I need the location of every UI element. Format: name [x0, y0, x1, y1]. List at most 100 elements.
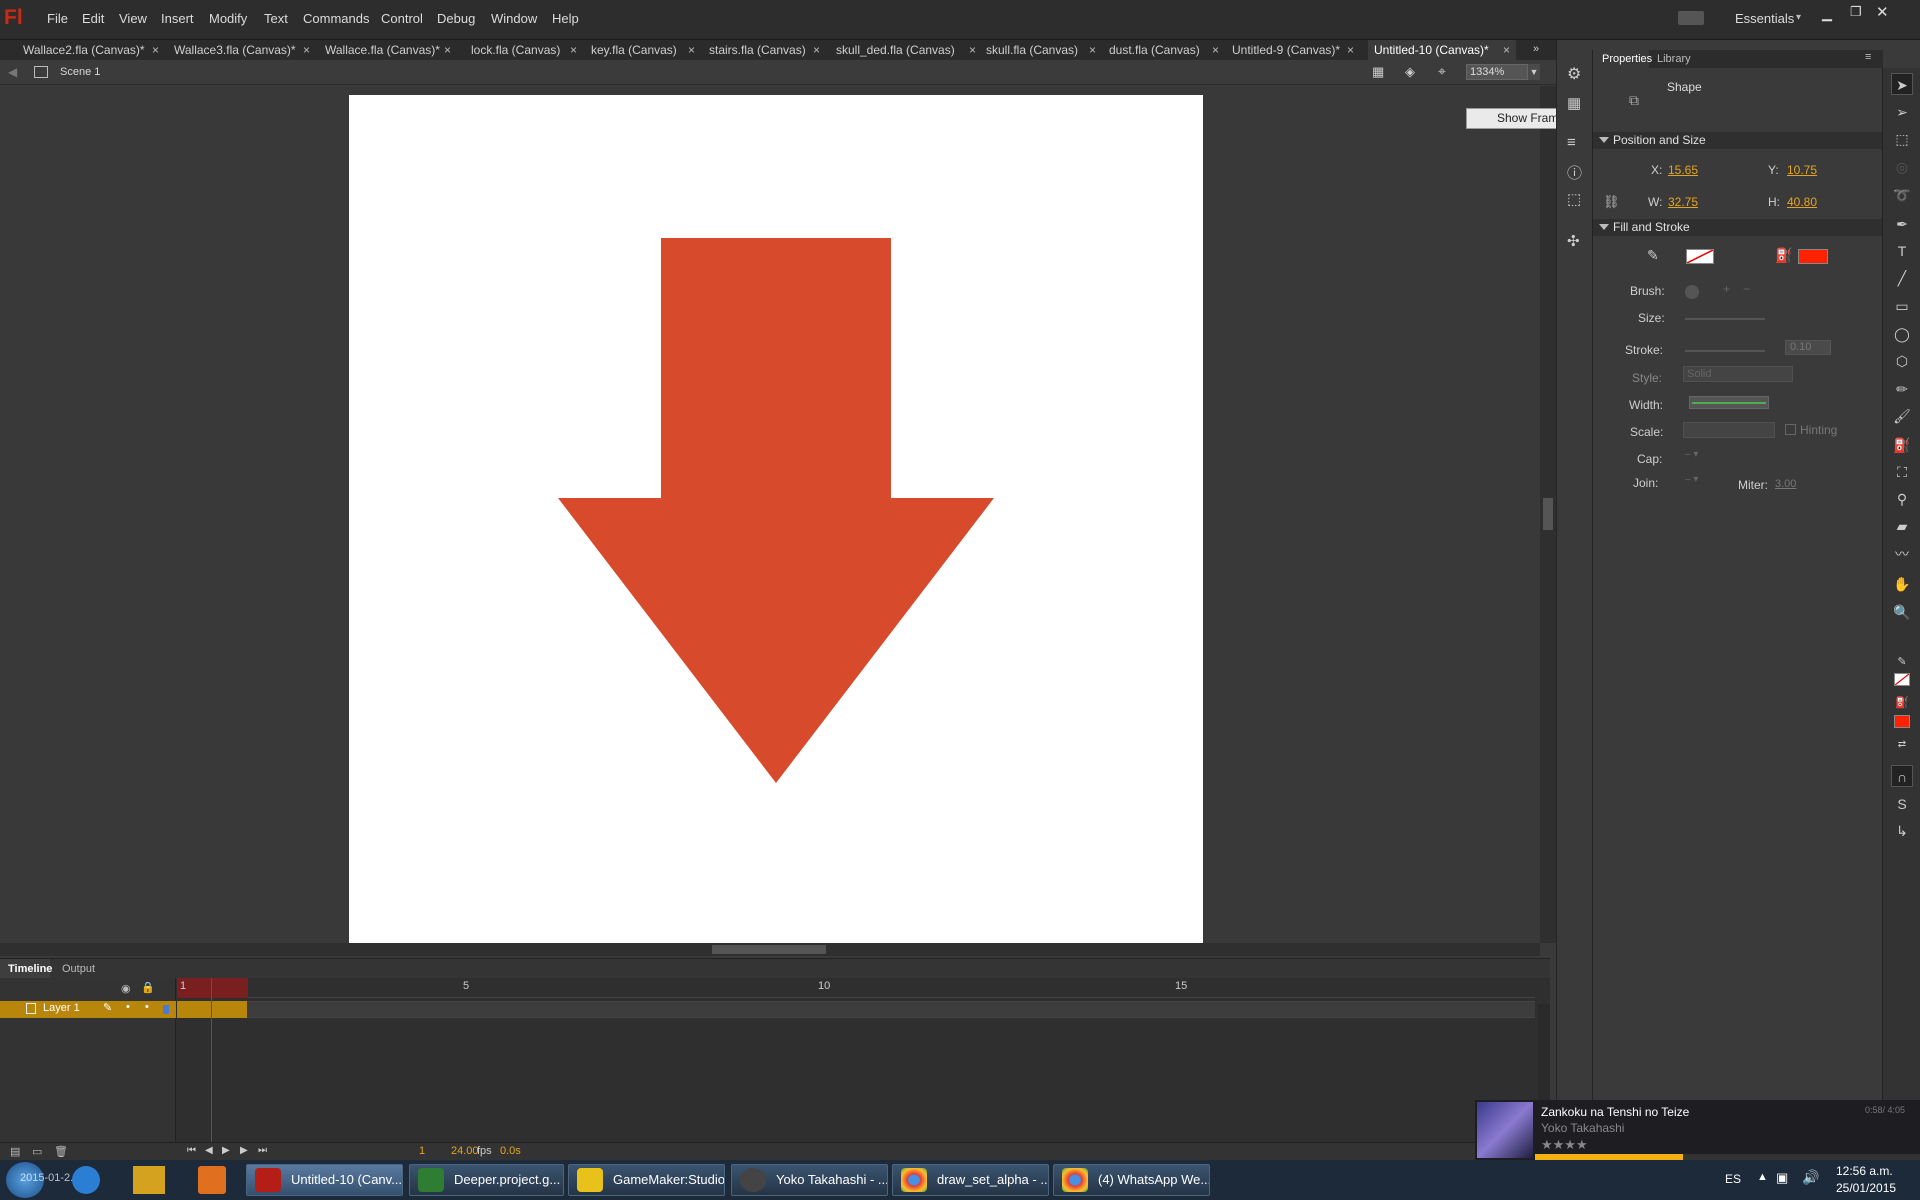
y-value[interactable]: 10.75 [1787, 163, 1817, 177]
sync-icon[interactable] [1678, 11, 1704, 25]
menu-file[interactable]: File [47, 11, 68, 26]
close-tab-icon[interactable]: × [688, 40, 695, 60]
doc-tab[interactable]: Wallace.fla (Canvas)* × [319, 40, 457, 60]
motion-editor-icon[interactable]: ⚙ [1567, 64, 1581, 84]
3d-rotation-icon[interactable]: ◎ [1891, 156, 1913, 178]
menu-text[interactable]: Text [264, 11, 288, 26]
keyframe-span[interactable] [177, 1001, 247, 1018]
fill-color-swatch[interactable] [1798, 249, 1828, 264]
pencil-tool-icon[interactable]: ✏ [1891, 378, 1913, 400]
more-tabs-icon[interactable]: » [1533, 43, 1539, 55]
polystar-tool-icon[interactable]: ⬡ [1891, 350, 1913, 372]
current-frame[interactable]: 1 [419, 1145, 425, 1157]
taskbar-item-gamemaker[interactable]: GameMaker:Studio [568, 1164, 725, 1196]
workspace-switcher[interactable]: Essentials [1735, 11, 1794, 26]
fill-stroke-section[interactable]: Fill and Stroke [1593, 219, 1883, 236]
swap-colors-icon[interactable]: ⇄ [1891, 734, 1913, 756]
taskbar-item-music[interactable]: Yoko Takahashi - ... [731, 1164, 888, 1196]
menu-modify[interactable]: Modify [209, 11, 247, 26]
doc-tab-active[interactable]: Untitled-10 (Canvas)* × [1368, 40, 1516, 60]
selection-tool-icon[interactable]: ➤ [1891, 73, 1913, 95]
tab-timeline[interactable]: Timeline [0, 959, 52, 979]
last-frame-icon[interactable]: ⏭ [258, 1145, 267, 1156]
taskbar-item-chrome-1[interactable]: draw_set_alpha - ... [892, 1164, 1049, 1196]
frame-ruler[interactable]: 1 5 10 15 [177, 978, 1535, 998]
eye-icon[interactable]: ◉ [121, 982, 131, 995]
scene-label[interactable]: Scene 1 [60, 66, 100, 78]
edit-symbols-icon[interactable]: ◈ [1405, 64, 1415, 80]
media-player-icon[interactable] [198, 1166, 226, 1194]
close-tab-icon[interactable]: × [1212, 40, 1219, 60]
menu-window[interactable]: Window [491, 11, 537, 26]
oval-tool-icon[interactable]: ◯ [1891, 323, 1913, 345]
scale-dropdown[interactable] [1683, 422, 1775, 438]
straighten-icon[interactable]: ↳ [1891, 820, 1913, 842]
menu-edit[interactable]: Edit [82, 11, 104, 26]
taskbar-item-flash[interactable]: Untitled-10 (Canv... [246, 1164, 403, 1196]
layer-color-swatch[interactable] [163, 1005, 169, 1014]
stroke-slider[interactable] [1685, 350, 1765, 352]
close-tab-icon[interactable]: × [303, 40, 310, 60]
next-frame-icon[interactable]: ▶ [240, 1145, 248, 1156]
tab-library[interactable]: Library [1657, 53, 1691, 65]
cap-dropdown[interactable]: – ▾ [1685, 449, 1715, 463]
close-tab-icon[interactable]: × [570, 40, 577, 60]
scroll-thumb[interactable] [1543, 498, 1553, 530]
w-value[interactable]: 32.75 [1668, 195, 1698, 209]
align-icon[interactable]: ▦ [1567, 94, 1581, 112]
chevron-down-icon[interactable]: ▾ [1796, 12, 1801, 23]
lock-icon[interactable]: 🔒 [141, 981, 155, 994]
menu-view[interactable]: View [119, 11, 147, 26]
language-indicator[interactable]: ES [1725, 1172, 1741, 1186]
layer-name[interactable]: Layer 1 [43, 1002, 80, 1014]
prev-frame-icon[interactable]: ◀ [205, 1145, 213, 1156]
subselection-tool-icon[interactable]: ➢ [1891, 101, 1913, 123]
arrow-shape[interactable] [349, 95, 1203, 944]
align-panel-icon[interactable]: ≡ [1567, 134, 1576, 151]
tray-arrow-icon[interactable]: ▲ [1757, 1171, 1768, 1183]
plus-icon[interactable]: + [1723, 282, 1730, 296]
taskbar-item-chrome-2[interactable]: (4) WhatsApp We... [1053, 1164, 1210, 1196]
close-tab-icon[interactable]: × [152, 40, 159, 60]
stroke-color-chip[interactable] [1894, 673, 1910, 686]
elapsed-time[interactable]: 0.0s [500, 1145, 521, 1157]
close-tab-icon[interactable]: × [813, 40, 820, 60]
brush-shape-icon[interactable] [1685, 285, 1699, 299]
playhead-marker[interactable] [177, 978, 248, 998]
edit-scene-icon[interactable]: ▦ [1372, 64, 1384, 80]
layer-row[interactable]: Layer 1 ✎ • • [0, 1001, 176, 1018]
tab-properties[interactable]: Properties [1593, 50, 1652, 68]
panel-menu-icon[interactable]: ≡ [1865, 51, 1871, 63]
transform-icon[interactable]: ⬚ [1567, 190, 1581, 208]
doc-tab[interactable]: skull_ded.fla (Canvas) × [830, 40, 982, 60]
size-slider[interactable] [1685, 318, 1765, 320]
doc-tab[interactable]: key.fla (Canvas) × [585, 40, 701, 60]
canvas[interactable] [349, 95, 1203, 944]
paint-bucket-icon[interactable]: ⛽ [1891, 434, 1913, 456]
miter-value[interactable]: 3.00 [1775, 478, 1796, 490]
snap-magnet-icon[interactable]: ∩ [1891, 765, 1913, 787]
lock-dot-icon[interactable]: • [145, 1001, 149, 1013]
x-value[interactable]: 15.65 [1668, 163, 1698, 177]
h-value[interactable]: 40.80 [1787, 195, 1817, 209]
horizontal-scrollbar[interactable] [0, 943, 1540, 956]
menu-control[interactable]: Control [381, 11, 423, 26]
doc-tab[interactable]: Untitled-9 (Canvas)* × [1226, 40, 1360, 60]
free-transform-icon[interactable]: ⬚ [1891, 128, 1913, 150]
width-dropdown[interactable] [1689, 396, 1769, 409]
line-tool-icon[interactable]: ╱ [1891, 267, 1913, 289]
doc-tab[interactable]: Wallace2.fla (Canvas)* × [17, 40, 165, 60]
delete-layer-icon[interactable]: 🗑 [54, 1145, 68, 1158]
explorer-icon[interactable] [133, 1166, 165, 1194]
close-tab-icon[interactable]: × [1347, 40, 1354, 60]
join-dropdown[interactable]: – ▾ [1685, 474, 1715, 488]
center-stage-icon[interactable]: ⌖ [1438, 63, 1446, 80]
tab-output[interactable]: Output [62, 963, 95, 975]
text-tool-icon[interactable]: T [1891, 240, 1913, 262]
new-folder-icon[interactable]: ▭ [32, 1145, 42, 1158]
new-layer-icon[interactable]: ▤ [10, 1145, 20, 1158]
clock-time[interactable]: 12:56 a.m. [1836, 1164, 1893, 1178]
info-icon[interactable]: ⓘ [1567, 162, 1582, 183]
restore-icon[interactable]: ❐ [1850, 4, 1862, 20]
menu-commands[interactable]: Commands [303, 11, 369, 26]
